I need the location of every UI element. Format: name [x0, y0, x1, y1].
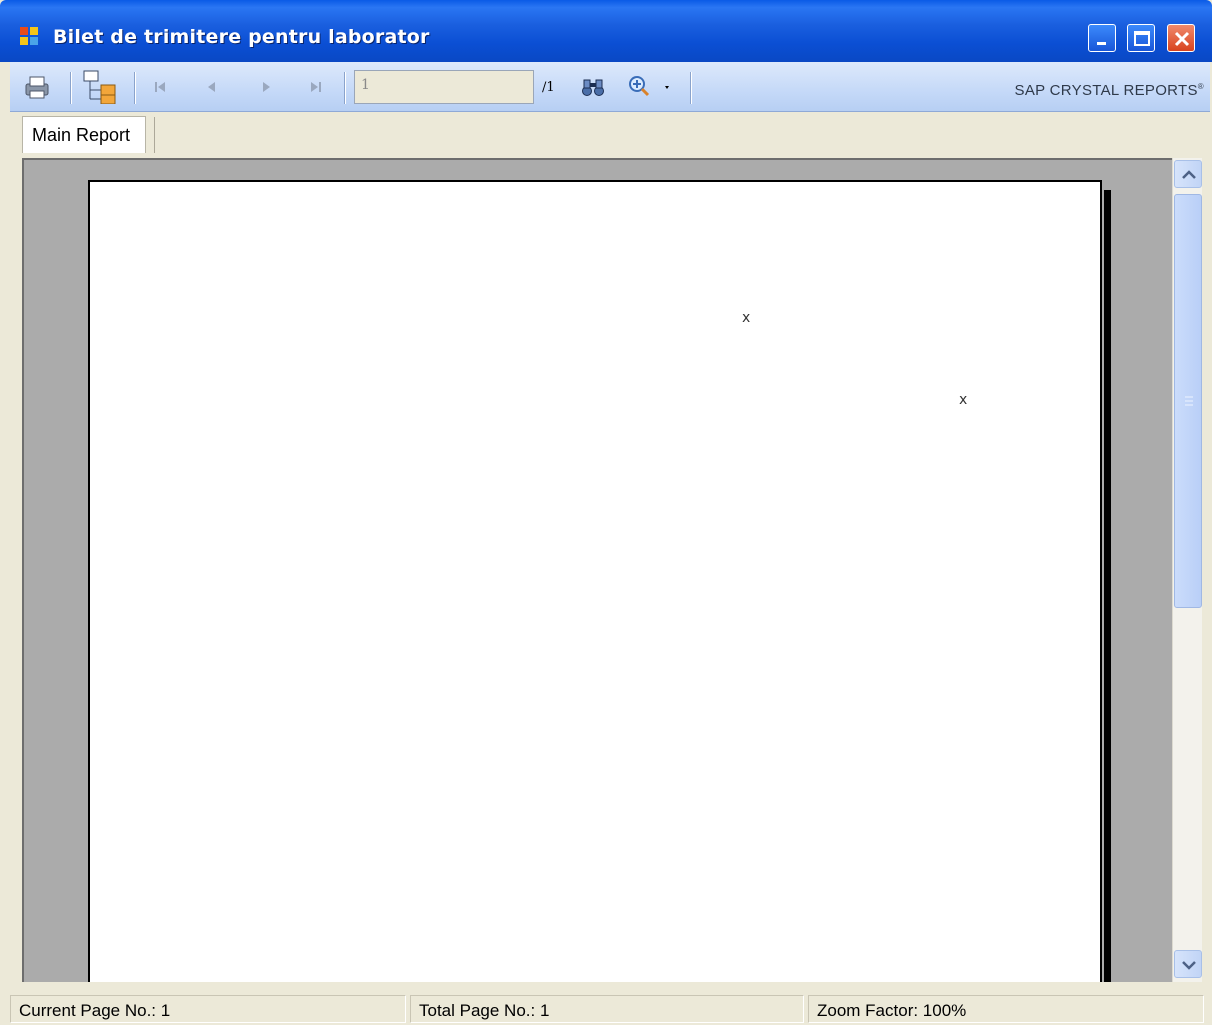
- page-total-label: /1: [542, 80, 555, 95]
- minimize-button[interactable]: [1088, 24, 1116, 52]
- printer-icon: [25, 76, 49, 99]
- close-icon: [1174, 31, 1190, 47]
- status-bar: Current Page No.: 1 Total Page No.: 1 Zo…: [10, 993, 1210, 1025]
- next-page-button[interactable]: [254, 74, 278, 100]
- zoom-button[interactable]: [626, 74, 674, 100]
- report-toolbar: 1 /1 SAP CRYSTAL REPORTS®: [10, 62, 1210, 112]
- report-tabs: Main Report: [10, 113, 1210, 157]
- previous-page-icon: [208, 82, 215, 92]
- minimize-icon: [1097, 42, 1106, 45]
- grip-icon: [1185, 396, 1193, 406]
- previous-page-button[interactable]: [200, 74, 224, 100]
- zoom-factor-status: Zoom Factor: 100%: [808, 995, 1204, 1023]
- app-icon[interactable]: [20, 27, 39, 46]
- brand-label: SAP CRYSTAL REPORTS®: [1014, 82, 1204, 99]
- group-tree-icon: [83, 70, 116, 104]
- next-page-icon: [263, 82, 270, 92]
- last-page-button[interactable]: [304, 74, 328, 100]
- toggle-group-tree-button[interactable]: [80, 70, 120, 104]
- zoom-icon: [629, 76, 669, 97]
- tab-main-report[interactable]: Main Report: [22, 116, 146, 153]
- title-bar[interactable]: Bilet de trimitere pentru laborator: [0, 0, 1212, 62]
- report-page: x x: [88, 180, 1102, 982]
- report-viewer[interactable]: x x: [22, 158, 1172, 982]
- report-field-marker: x: [742, 310, 751, 326]
- current-page-status: Current Page No.: 1: [10, 995, 406, 1023]
- chevron-down-icon: [1182, 961, 1196, 970]
- chevron-down-icon: [665, 86, 669, 89]
- first-page-button[interactable]: [148, 74, 172, 100]
- total-pages-status: Total Page No.: 1: [410, 995, 804, 1023]
- maximize-icon: [1134, 31, 1150, 46]
- scroll-up-button[interactable]: [1174, 160, 1202, 188]
- find-text-button[interactable]: [580, 74, 606, 100]
- report-field-marker: x: [959, 392, 968, 408]
- last-page-icon: [311, 82, 321, 92]
- scroll-thumb[interactable]: [1174, 194, 1202, 608]
- window-title: Bilet de trimitere pentru laborator: [53, 26, 430, 48]
- print-button[interactable]: [20, 74, 54, 100]
- maximize-button[interactable]: [1127, 24, 1155, 52]
- binoculars-icon: [582, 79, 604, 96]
- vertical-scrollbar[interactable]: [1172, 158, 1202, 982]
- first-page-icon: [155, 82, 165, 92]
- scroll-down-button[interactable]: [1174, 950, 1202, 978]
- chevron-up-icon: [1182, 170, 1196, 179]
- close-button[interactable]: [1167, 24, 1195, 52]
- page-shadow: [1104, 190, 1111, 982]
- page-number-input[interactable]: 1: [354, 70, 534, 104]
